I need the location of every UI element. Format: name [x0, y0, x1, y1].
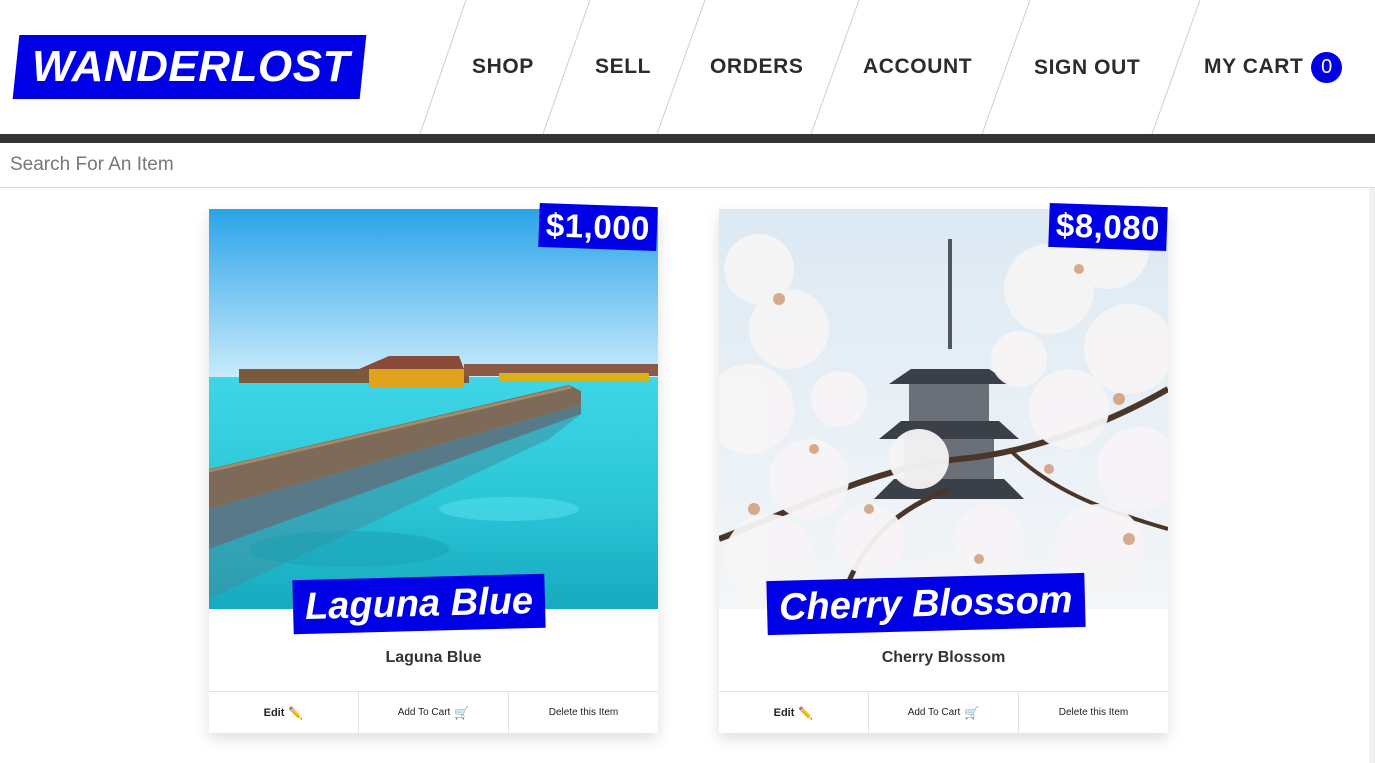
card-actions: Edit ✏️ Add To Cart 🛒 Delete this Item [719, 691, 1168, 733]
cart-icon: 🛒 [454, 705, 470, 720]
cherry-blossom-image [719, 209, 1168, 609]
nav-shop[interactable]: SHOP [472, 52, 534, 82]
delete-label: Delete this Item [1058, 707, 1129, 718]
cart-count-badge: 0 [1311, 52, 1343, 83]
top-navigation: WANDERLOST SHOP SELL ORDERS ACCOUNT SIGN… [0, 0, 1375, 134]
pencil-icon: ✏️ [288, 705, 304, 720]
product-title: Laguna Blue [385, 649, 482, 666]
scrollbar[interactable] [1369, 188, 1375, 763]
nav-account[interactable]: ACCOUNT [863, 52, 972, 82]
cart-icon: 🛒 [964, 705, 980, 720]
price-tag: $1,000 [538, 202, 658, 252]
card-actions: Edit ✏️ Add To Cart 🛒 Delete this Item [209, 691, 658, 733]
add-to-cart-label: Add To Cart [397, 707, 451, 718]
add-to-cart-button[interactable]: Add To Cart 🛒 [359, 692, 509, 733]
edit-button[interactable]: Edit ✏️ [719, 692, 869, 733]
logo[interactable]: WANDERLOST [32, 38, 350, 96]
lagoon-pier-image [209, 209, 658, 609]
product-image[interactable] [719, 209, 1168, 609]
add-to-cart-button[interactable]: Add To Cart 🛒 [869, 692, 1019, 733]
nav-sign-out[interactable]: SIGN OUT [1034, 53, 1140, 83]
delete-item-button[interactable]: Delete this Item [1019, 692, 1168, 733]
product-banner: Cherry Blossom [766, 572, 1086, 636]
product-card: $1,000 Laguna Blue Laguna Blue Edit ✏️ Ad… [209, 202, 658, 733]
price-tag: $8,080 [1048, 202, 1168, 252]
nav-orders[interactable]: ORDERS [710, 52, 803, 82]
nav-sell[interactable]: SELL [595, 52, 651, 82]
pencil-icon: ✏️ [798, 705, 814, 720]
product-image[interactable] [209, 209, 658, 609]
header-divider-bar [0, 134, 1375, 143]
add-to-cart-label: Add To Cart [907, 707, 961, 718]
cart-label: MY CART [1204, 55, 1304, 78]
delete-label: Delete this Item [548, 707, 619, 718]
product-card: $8,080 Cherry Blossom Cherry Blossom Edi… [719, 202, 1168, 733]
search-input[interactable] [0, 143, 1375, 188]
edit-button[interactable]: Edit ✏️ [209, 692, 359, 733]
product-banner: Laguna Blue [292, 573, 546, 635]
nav-my-cart[interactable]: MY CART 0 [1204, 52, 1343, 83]
edit-label: Edit [773, 706, 795, 719]
edit-label: Edit [263, 706, 285, 719]
product-title: Cherry Blossom [881, 649, 1006, 666]
delete-item-button[interactable]: Delete this Item [509, 692, 658, 733]
